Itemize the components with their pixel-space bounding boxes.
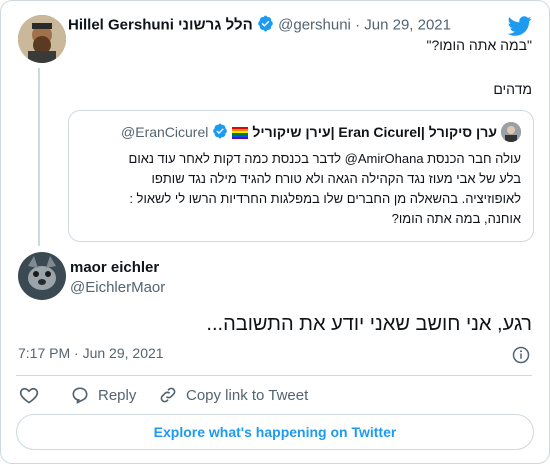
avatar[interactable] <box>18 252 66 300</box>
link-icon <box>158 385 178 405</box>
handle[interactable]: @EichlerMaor <box>70 279 165 296</box>
quoted-text-line: עולה חבר הכנסת AmirOhana@ לדבר בכנסת כמה… <box>128 151 521 166</box>
explore-button[interactable]: Explore what's happening on Twitter <box>16 414 534 450</box>
copy-link-label: Copy link to Tweet <box>186 386 309 404</box>
separator: · <box>74 345 79 361</box>
avatar[interactable] <box>18 15 66 63</box>
twitter-bird-icon[interactable] <box>507 14 532 38</box>
main-tweet-text: רגע, אני חושב שאני יודע את התשובה... <box>206 313 532 335</box>
display-name[interactable]: Hillel Gershuni הלל גרשוני <box>68 16 253 33</box>
divider <box>16 375 532 376</box>
quoted-text-line: לאופוזיציה. בהשאלה מן החברים שלו במפלגות… <box>129 191 521 206</box>
quoted-text-line: בלע של אבי מעוז נגד הקהילה הגאה ולא טורח… <box>151 171 521 186</box>
quoted-display-name: עירן שיקוריל| Eran Cicurel| ערן סיקורל <box>252 124 497 140</box>
parent-tweet-text-line1: "במה אתה הומו?" <box>426 37 532 53</box>
info-icon[interactable] <box>512 346 530 364</box>
reply-button[interactable]: Reply <box>70 385 136 405</box>
parent-tweet-header: Hillel Gershuni הלל גרשוני @gershuni · J… <box>68 15 508 35</box>
quoted-text-line: אוחנה, במה אתה הומו? <box>391 211 521 226</box>
tweet-date[interactable]: Jun 29, 2021 <box>364 16 451 33</box>
quoted-tweet[interactable]: עירן שיקוריל| Eran Cicurel| ערן סיקורל @… <box>68 110 534 242</box>
heart-icon <box>19 385 39 405</box>
quoted-tweet-text: עולה חבר הכנסת AmirOhana@ לדבר בכנסת כמה… <box>81 149 521 229</box>
tweet-time[interactable]: 7:17 PM <box>18 345 70 361</box>
parent-tweet-text-line2: מדהים <box>493 81 532 97</box>
tweet-timestamp[interactable]: 7:17 PM · Jun 29, 2021 <box>18 345 164 361</box>
copy-link-button[interactable]: Copy link to Tweet <box>158 385 308 405</box>
quoted-tweet-header: עירן שיקוריל| Eran Cicurel| ערן סיקורל @… <box>81 122 521 142</box>
explore-label: Explore what's happening on Twitter <box>153 424 397 440</box>
separator: · <box>355 16 361 34</box>
rainbow-flag-icon <box>232 126 249 139</box>
like-button[interactable] <box>19 385 39 405</box>
handle[interactable]: @gershuni <box>278 16 351 33</box>
reply-label: Reply <box>98 386 137 404</box>
tweet-date[interactable]: Jun 29, 2021 <box>83 345 164 361</box>
thread-line <box>38 68 40 246</box>
verified-badge-icon <box>257 15 274 36</box>
quoted-handle: @EranCicurel <box>121 124 209 140</box>
quoted-verified-badge-icon <box>212 122 228 142</box>
quoted-avatar <box>501 122 521 142</box>
reply-icon <box>70 385 90 405</box>
display-name[interactable]: maor eichler <box>70 259 159 276</box>
